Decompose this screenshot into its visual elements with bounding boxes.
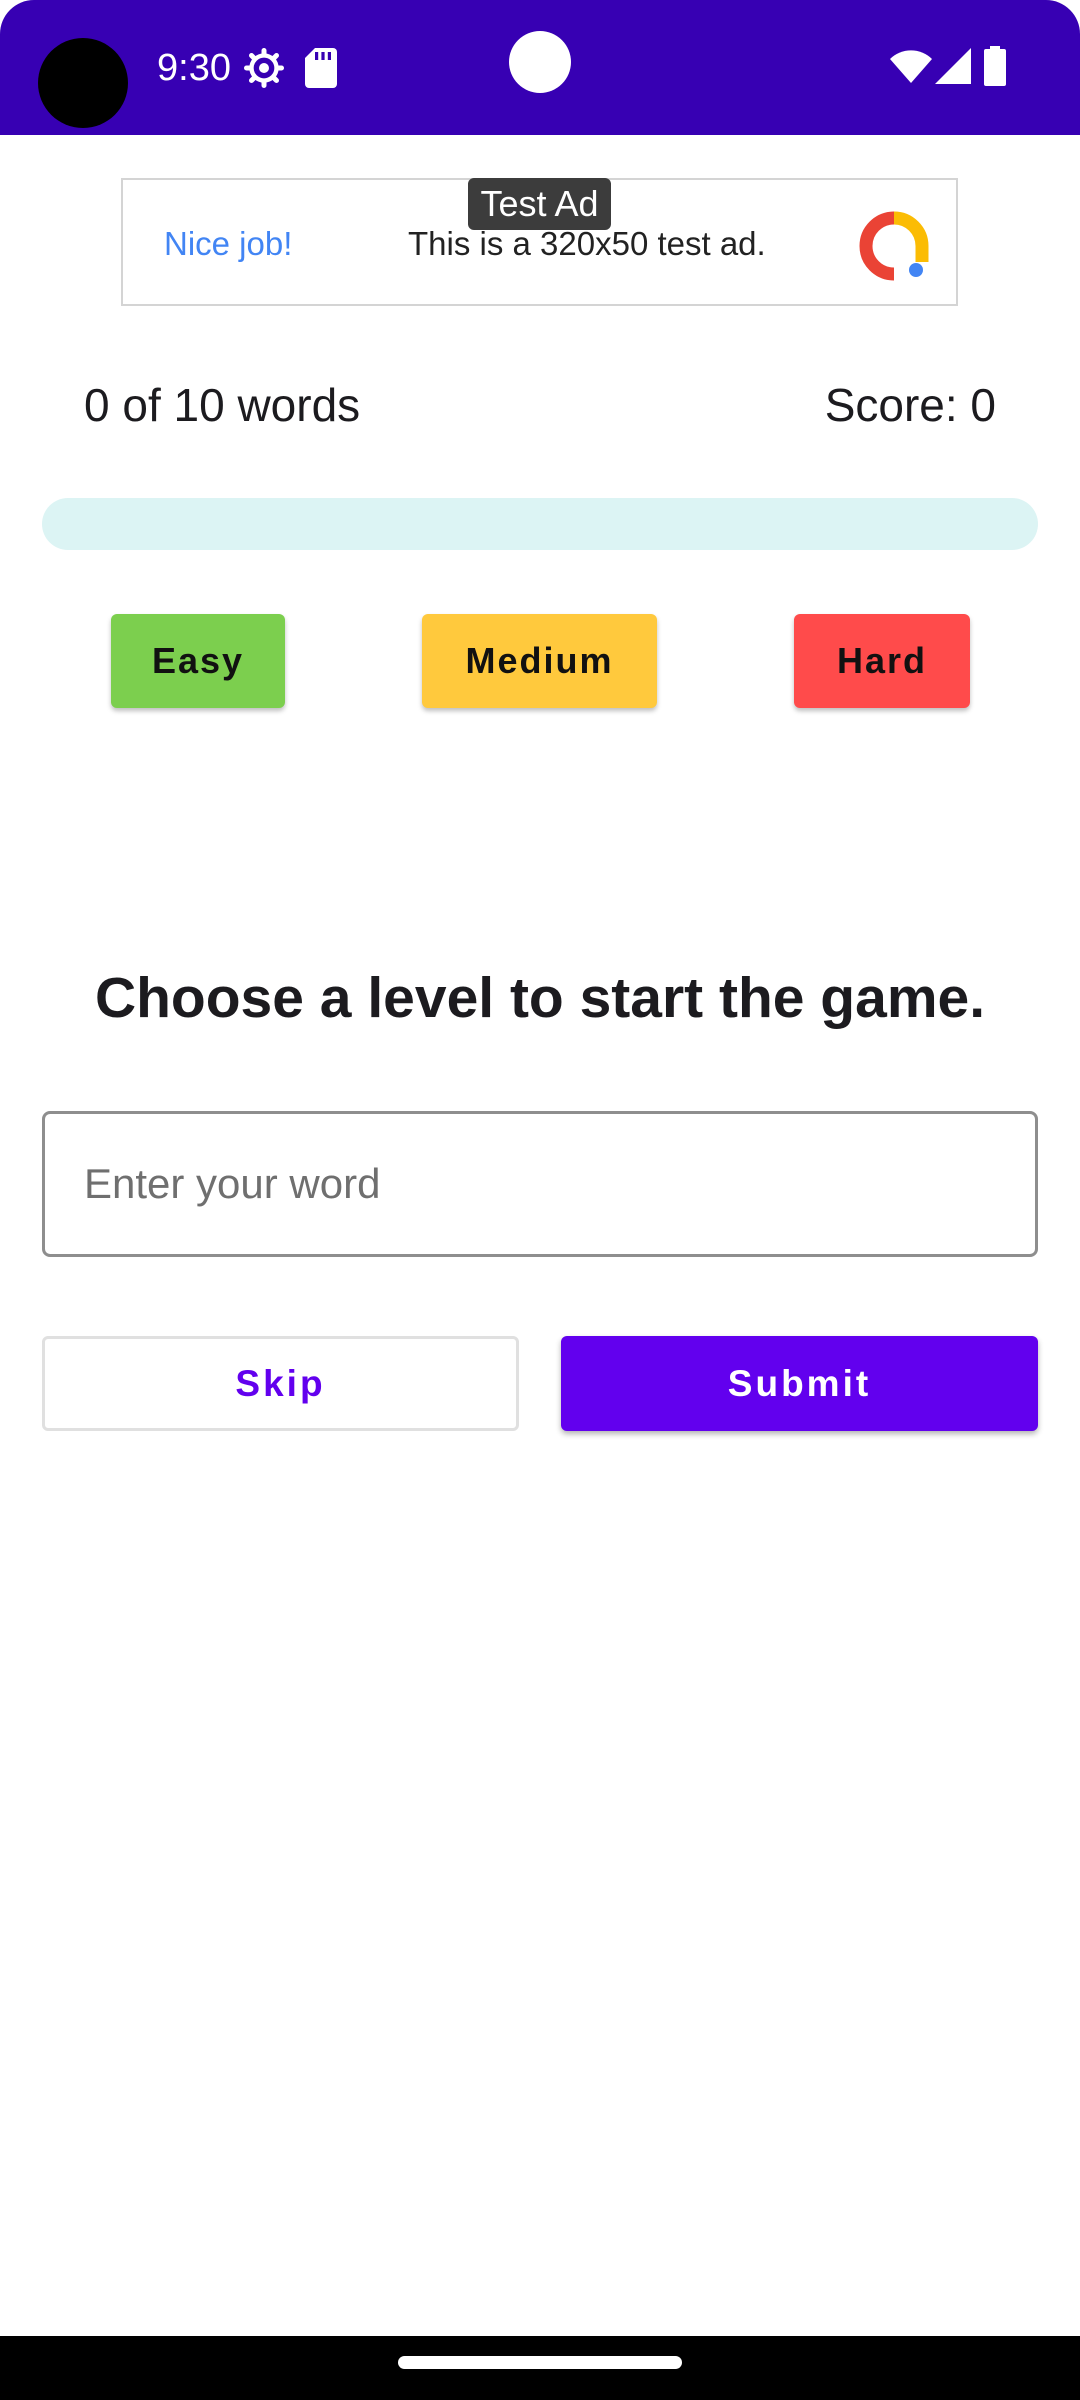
medium-button[interactable]: Medium (422, 614, 657, 708)
signal-icon (935, 48, 971, 84)
progress-bar (42, 498, 1038, 550)
ad-body-text[interactable]: This is a 320x50 test ad. (408, 222, 766, 266)
hard-button[interactable]: Hard (794, 614, 970, 708)
settings-icon (244, 48, 284, 88)
word-input[interactable] (42, 1111, 1038, 1257)
wifi-icon (890, 50, 932, 83)
camera-cutout (38, 38, 128, 128)
screen: 9:30 Test Ad Nice job! This is a 320x50 … (0, 0, 1080, 2400)
words-count: 0 of 10 words (84, 379, 361, 431)
battery-icon (984, 46, 1006, 86)
status-bar: 9:30 (0, 0, 1080, 135)
front-sensor (509, 31, 571, 93)
ad-headline[interactable]: Nice job! (164, 222, 292, 266)
submit-button[interactable]: Submit (561, 1336, 1038, 1431)
score-label: Score: 0 (824, 379, 996, 431)
admob-logo-icon (859, 211, 929, 281)
sd-card-icon (305, 48, 337, 88)
easy-button[interactable]: Easy (111, 614, 285, 708)
status-time: 9:30 (157, 47, 231, 89)
skip-button[interactable]: Skip (42, 1336, 519, 1431)
game-prompt: Choose a level to start the game. (94, 966, 986, 1030)
home-gesture-handle[interactable] (398, 2356, 682, 2369)
